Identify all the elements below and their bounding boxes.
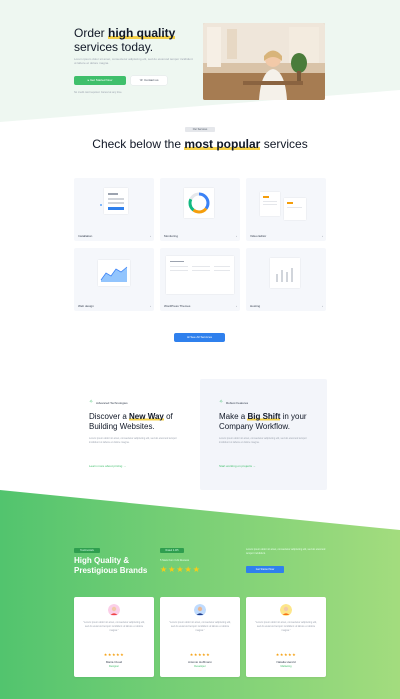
band-get-started-button[interactable]: Get Started Now: [246, 566, 284, 573]
feature-link[interactable]: Learn more about pricing →: [89, 464, 126, 468]
testimonials-badge: Testimonials: [74, 548, 100, 553]
feature-title: Make a Big Shift in your Company Workflo…: [219, 412, 307, 431]
service-card-hosting[interactable]: Hosting ›: [246, 248, 326, 311]
bar-chart-icon: [276, 268, 293, 282]
testimonials-title: High Quality & Prestigious Brands: [74, 556, 148, 575]
rating-badge: Rated 4.9/5: [160, 548, 184, 553]
testimonial-quote: "Lorem ipsum dolor sit amet, consectetur…: [255, 621, 317, 632]
service-card-installation[interactable]: Installation ›: [74, 178, 154, 241]
sparkle-icon: ✧: [219, 399, 224, 405]
service-label: Video Editor: [250, 234, 267, 238]
testimonial-card: "Lorem ipsum dolor sit amet, consectetur…: [246, 597, 326, 677]
testimonial-role: Designer: [108, 665, 119, 668]
testimonial-name: Antonio Hoffmann: [188, 660, 212, 664]
dot-icon: [100, 204, 102, 206]
video-editor-thumbnail-b: [284, 198, 306, 220]
chevron-right-icon: ›: [150, 304, 151, 308]
chevron-right-icon: ›: [236, 234, 237, 238]
service-label: Hosting: [250, 304, 261, 308]
testimonial-role: Marketing: [280, 665, 292, 668]
service-card-wordpress-themes[interactable]: WordPress Themes ›: [160, 248, 240, 311]
hero-note: No credit card required. Cancel at any t…: [74, 91, 123, 94]
testimonial-card: "Lorem ipsum dolor sit amet, consectetur…: [74, 597, 154, 677]
chevron-right-icon: ›: [322, 304, 323, 308]
see-all-services-button[interactable]: ⊞ See All Services: [174, 333, 225, 342]
feature-text: Lorem ipsum dolor sit amet, consectetur …: [219, 437, 307, 444]
arrow-right-icon: →: [122, 464, 127, 468]
services-tag: Our Services: [185, 127, 215, 132]
testimonial-card: "Lorem ipsum dolor sit amet, consectetur…: [160, 597, 240, 677]
service-label: Web design: [78, 304, 94, 308]
service-label: Installation: [78, 234, 93, 238]
feature-label: Robust Features: [226, 401, 249, 405]
video-editor-thumbnail-a: [260, 192, 280, 216]
feature-link[interactable]: Start working on projects →: [219, 464, 256, 468]
feature-label: Advanced Technologies: [96, 401, 128, 405]
service-label: WordPress Themes: [164, 304, 191, 308]
services-title: Check below the most popular services: [92, 137, 308, 151]
rating-text: 5 Stars from 3.2k Reviews: [160, 559, 190, 562]
installation-thumbnail: [104, 188, 128, 214]
sparkle-icon: ✧: [89, 399, 94, 405]
testimonial-role: Developer: [194, 665, 206, 668]
monitoring-thumbnail: [184, 188, 214, 218]
hero-title: Order high quality services today.: [74, 26, 176, 54]
contact-button[interactable]: ☏ Contact us: [131, 76, 167, 85]
star-rating-icon: ★★★★★: [275, 652, 297, 657]
feature-box-highlight: [200, 379, 327, 490]
star-rating-icon: ★★★★★: [103, 652, 125, 657]
service-card-video-editor[interactable]: Video Editor ›: [246, 178, 326, 241]
hosting-thumbnail: [270, 258, 300, 288]
service-card-monitoring[interactable]: Monitoring ›: [160, 178, 240, 241]
testimonial-quote: "Lorem ipsum dolor sit amet, consectetur…: [169, 621, 231, 632]
wordpress-themes-thumbnail: [166, 256, 234, 294]
get-started-button[interactable]: ▸ Get Started Now: [74, 76, 126, 85]
star-rating-icon: ★★★★★: [160, 565, 201, 574]
testimonial-quote: "Lorem ipsum dolor sit amet, consectetur…: [83, 621, 145, 632]
hero-title-highlight: high quality: [108, 26, 176, 40]
chevron-right-icon: ›: [150, 234, 151, 238]
hero-divider: [0, 90, 400, 130]
avatar: [108, 604, 120, 616]
testimonial-name: Maria Cloud: [105, 660, 123, 664]
arrow-right-icon: →: [252, 464, 256, 468]
area-chart-icon: [100, 266, 128, 282]
service-card-web-design[interactable]: Web design ›: [74, 248, 154, 311]
testimonial-name: Natalia Herold: [276, 660, 296, 664]
avatar: [194, 604, 206, 616]
feature-title: Discover a New Way of Building Websites.: [89, 412, 173, 431]
web-design-thumbnail: [98, 260, 130, 286]
chevron-right-icon: ›: [322, 234, 323, 238]
star-rating-icon: ★★★★★: [189, 652, 211, 657]
band-description: Lorem ipsum dolor sit amet, consectetur …: [246, 548, 326, 555]
hero-photo: [203, 23, 325, 100]
donut-chart-icon: [188, 192, 210, 214]
chevron-right-icon: ›: [236, 304, 237, 308]
feature-text: Lorem ipsum dolor sit amet, consectetur …: [89, 437, 177, 444]
avatar: [280, 604, 292, 616]
service-label: Monitoring: [164, 234, 179, 238]
hero-subtitle: Lorem ipsum dolor sit amet, consectetur …: [74, 57, 193, 65]
